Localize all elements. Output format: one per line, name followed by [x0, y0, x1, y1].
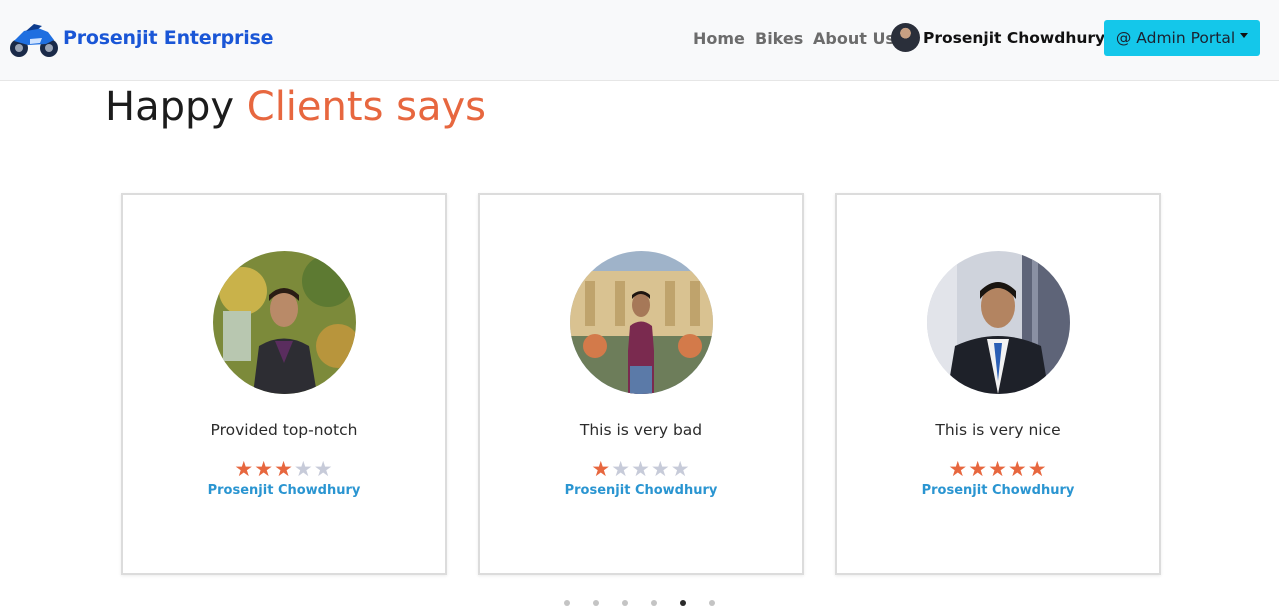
star-rating: ★★★★★: [123, 458, 445, 480]
caret-down-icon: [1240, 32, 1249, 38]
client-photo: [570, 251, 713, 394]
nav-user-profile[interactable]: Prosenjit Chowdhury: [891, 23, 1105, 52]
carousel-dot[interactable]: [593, 600, 599, 606]
brand-name: Prosenjit Enterprise: [63, 27, 274, 49]
testimonial-card: This is very bad ★★★★★ Prosenjit Chowdhu…: [478, 193, 804, 575]
star-empty-icon: ★: [650, 457, 671, 481]
carousel-dot[interactable]: [680, 600, 686, 606]
heading-part-1: Happy: [105, 84, 235, 130]
star-filled-icon: ★: [988, 457, 1008, 481]
review-text: This is very bad: [579, 421, 703, 439]
heading-part-2: Clients says: [246, 84, 486, 130]
client-name[interactable]: Prosenjit Chowdhury: [837, 483, 1159, 498]
star-filled-icon: ★: [254, 457, 275, 481]
star-filled-icon: ★: [968, 457, 989, 481]
nav-link-bikes[interactable]: Bikes: [755, 29, 803, 48]
star-filled-icon: ★: [234, 457, 255, 481]
user-avatar: [891, 23, 920, 52]
star-empty-icon: ★: [631, 457, 651, 481]
review-text: Provided top-notch: [210, 421, 358, 439]
carousel-dot[interactable]: [564, 600, 570, 606]
admin-portal-dropdown-button[interactable]: @ Admin Portal: [1104, 20, 1260, 56]
carousel-dot[interactable]: [709, 600, 715, 606]
star-filled-icon: ★: [591, 457, 612, 481]
star-filled-icon: ★: [274, 457, 294, 481]
star-filled-icon: ★: [948, 457, 969, 481]
star-empty-icon: ★: [313, 457, 334, 481]
star-empty-icon: ★: [670, 457, 691, 481]
star-filled-icon: ★: [1007, 457, 1028, 481]
carousel-dot[interactable]: [651, 600, 657, 606]
star-empty-icon: ★: [293, 457, 314, 481]
nav-user-name: Prosenjit Chowdhury: [923, 28, 1106, 47]
client-photo: [213, 251, 356, 394]
admin-portal-label: @ Admin Portal: [1115, 29, 1236, 47]
client-name[interactable]: Prosenjit Chowdhury: [123, 483, 445, 498]
client-photo: [927, 251, 1070, 394]
star-filled-icon: ★: [1027, 457, 1048, 481]
motorbike-logo-icon: [10, 24, 58, 57]
client-name[interactable]: Prosenjit Chowdhury: [480, 483, 802, 498]
brand-link[interactable]: Prosenjit Enterprise: [8, 14, 274, 62]
nav-link-home[interactable]: Home: [693, 29, 745, 48]
review-text: This is very nice: [935, 421, 1061, 439]
carousel-indicators: [564, 600, 738, 606]
carousel-dot[interactable]: [622, 600, 628, 606]
star-rating: ★★★★★: [837, 458, 1159, 480]
section-heading: Happy Clients says: [105, 84, 486, 130]
nav-link-about[interactable]: About Us: [813, 29, 895, 48]
testimonial-card: This is very nice ★★★★★ Prosenjit Chowdh…: [835, 193, 1161, 575]
testimonial-card: Provided top-notch ★★★★★ Prosenjit Chowd…: [121, 193, 447, 575]
star-empty-icon: ★: [611, 457, 632, 481]
top-navbar: Prosenjit Enterprise Home Bikes About Us…: [0, 0, 1279, 81]
star-rating: ★★★★★: [480, 458, 802, 480]
